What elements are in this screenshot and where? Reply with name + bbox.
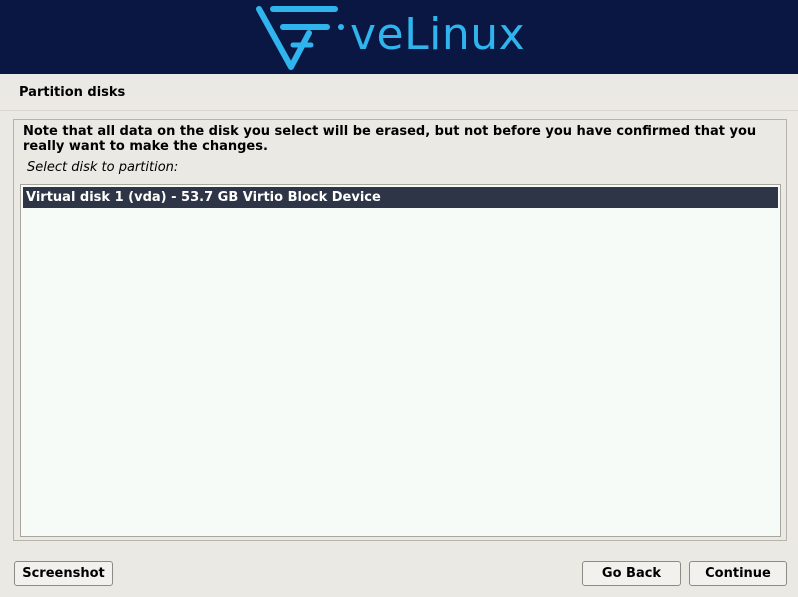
logo-wordmark: veLinux <box>350 9 526 60</box>
header-banner: veLinux <box>0 0 798 74</box>
go-back-button[interactable]: Go Back <box>582 561 681 586</box>
page-title: Partition disks <box>19 85 126 100</box>
warning-note: Note that all data on the disk you selec… <box>23 124 757 154</box>
disk-list-item-vda[interactable]: Virtual disk 1 (vda) - 53.7 GB Virtio Bl… <box>23 187 778 208</box>
title-divider <box>0 110 798 111</box>
continue-button[interactable]: Continue <box>689 561 787 586</box>
disk-select-prompt: Select disk to partition: <box>27 160 179 175</box>
evelinux-logo-icon <box>256 6 344 70</box>
disk-list[interactable]: Virtual disk 1 (vda) - 53.7 GB Virtio Bl… <box>20 184 781 537</box>
screenshot-button[interactable]: Screenshot <box>14 561 113 586</box>
